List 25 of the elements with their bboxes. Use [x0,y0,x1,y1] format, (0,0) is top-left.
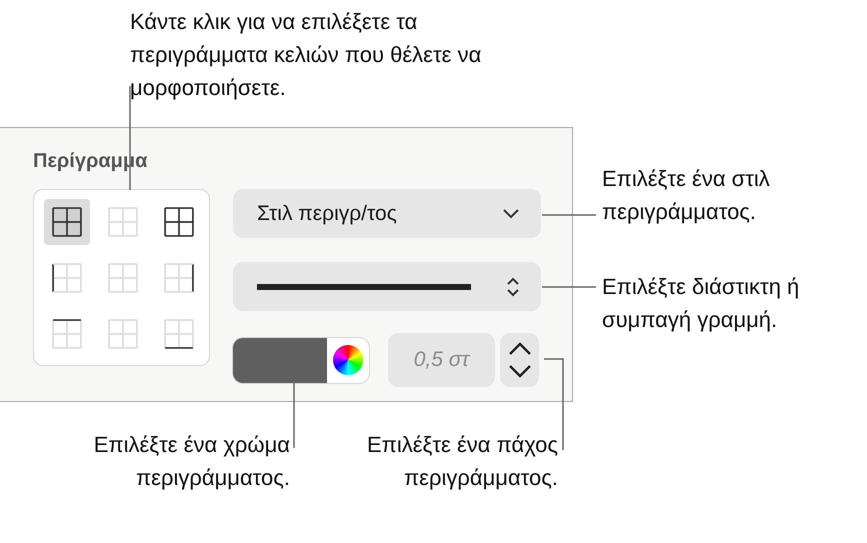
border-button[interactable] [44,199,90,245]
leader-line [542,286,596,288]
callout-text: Επιλέξτε διάστικτη ή συμπαγή γραμμή. [602,273,800,334]
border-icon [52,207,82,237]
callout-text: Επιλέξτε ένα χρώμα περιγράμματος. [92,431,290,492]
color-well[interactable] [233,338,369,382]
stepper[interactable] [500,333,539,387]
line-style-popup[interactable] [233,262,541,311]
border-style-popup[interactable]: Στιλ περιγρ/τος [233,189,541,238]
border-icon [164,263,194,293]
leader-line [542,214,596,216]
border-icon [52,263,82,293]
border-icon [164,319,194,349]
border-icon [108,319,138,349]
callout-text: Επιλέξτε ένα στιλ περιγράμματος. [602,165,771,226]
decrement-icon [506,362,532,380]
callout-text: Επιλέξτε ένα πάχος περιγράμματος. [366,431,558,492]
border-icon [164,207,194,237]
border-icon [52,319,82,349]
callout-text: Κάντε κλικ για να επιλέξετε τα περιγράμματα κελιών που θέλετε να μορφοποιήσετε. [130,8,482,102]
chevron-down-icon [501,206,521,220]
border-icon [108,207,138,237]
leader-line [293,380,295,448]
border-icon [108,263,138,293]
color-wheel-icon [333,345,363,375]
